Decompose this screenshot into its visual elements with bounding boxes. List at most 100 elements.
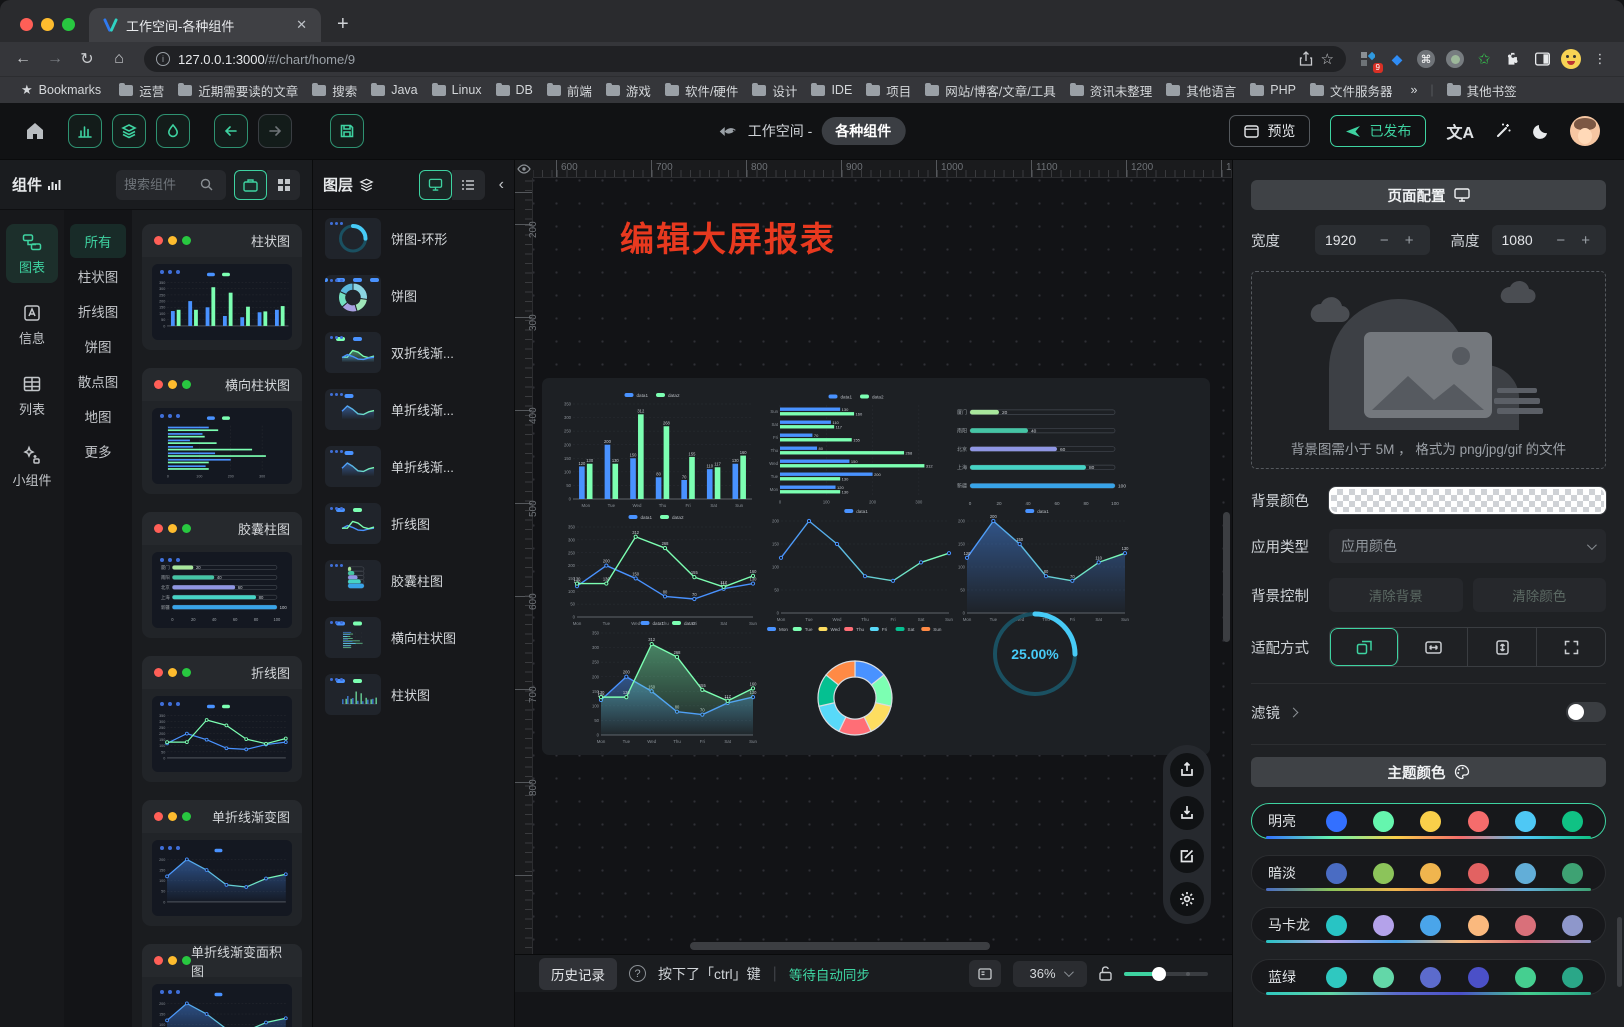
vertical-scrollbar[interactable] — [1223, 512, 1230, 642]
sidebar-item-info[interactable]: 信息 — [6, 295, 58, 354]
canvas-chart-bar[interactable]: data1data2050100150200250300350MonTueWed… — [556, 388, 756, 510]
theme-color-dot[interactable] — [1515, 811, 1536, 832]
theme-color-dot[interactable] — [1420, 863, 1441, 884]
ruler-corner[interactable] — [515, 160, 533, 178]
import-button[interactable] — [1170, 796, 1204, 830]
bookmark-item[interactable]: 网站/博客/文章/工具 — [918, 79, 1062, 102]
height-input[interactable]: 1080− + — [1492, 225, 1607, 255]
bookmark-item[interactable]: IDE — [804, 81, 859, 99]
thumbnail-view-button[interactable] — [419, 170, 452, 200]
theme-color-dot[interactable] — [1420, 811, 1441, 832]
layer-item[interactable]: 胶囊柱图 — [325, 560, 514, 601]
theme-row[interactable]: 明亮 — [1251, 803, 1606, 839]
fit-width-button[interactable] — [1399, 628, 1468, 666]
bookmark-item[interactable]: 设计 — [745, 79, 804, 102]
width-input[interactable]: 1920− + — [1315, 225, 1430, 255]
back-icon[interactable]: ← — [10, 50, 36, 68]
component-card[interactable]: 单折线渐变面积图050100150200 — [142, 944, 302, 1027]
component-card[interactable]: 胶囊柱图厦门20南阳40北京60上海80新疆100020406080100 — [142, 512, 302, 638]
layer-item[interactable]: 单折线渐... — [325, 446, 514, 487]
bookmark-item[interactable]: 项目 — [859, 79, 918, 102]
extension-star-icon[interactable]: ✩ — [1474, 49, 1494, 69]
theme-color-dot[interactable] — [1515, 967, 1536, 988]
component-search[interactable] — [116, 170, 226, 200]
canvas-chart-hbar[interactable]: data1data20100200300Sun130160Sat110117Fr… — [762, 390, 958, 506]
theme-color-dot[interactable] — [1326, 811, 1347, 832]
bookmark-item[interactable]: 资讯未整理 — [1063, 79, 1160, 102]
new-tab-button[interactable]: + — [321, 13, 365, 42]
theme-color-dot[interactable] — [1515, 863, 1536, 884]
theme-color-dot[interactable] — [1373, 915, 1394, 936]
bookmark-item[interactable]: 搜索 — [305, 79, 364, 102]
save-button[interactable] — [330, 114, 364, 148]
theme-color-dot[interactable] — [1468, 915, 1489, 936]
chart-board[interactable]: data1data2050100150200250300350MonTueWed… — [542, 378, 1210, 755]
chart-mode-button[interactable] — [68, 114, 102, 148]
background-upload-area[interactable]: 背景图需小于 5M ， 格式为 png/jpg/gif 的文件 — [1251, 271, 1606, 469]
theme-color-dot[interactable] — [1326, 863, 1347, 884]
canvas-chart-ring[interactable]: 25.00% — [987, 606, 1083, 702]
canvas-chart-line[interactable]: data1data2050100150200250300350MonTueWed… — [560, 510, 760, 628]
category-item[interactable]: 更多 — [70, 434, 126, 468]
lock-open-icon[interactable] — [1099, 966, 1112, 981]
theme-color-dot[interactable] — [1562, 915, 1583, 936]
stepper-buttons[interactable]: − + — [1556, 232, 1596, 249]
zoom-slider[interactable] — [1124, 972, 1208, 976]
category-item[interactable]: 折线图 — [70, 294, 126, 328]
grid-view-button[interactable] — [267, 170, 300, 200]
theme-color-dot[interactable] — [1326, 915, 1347, 936]
window-controls[interactable] — [0, 18, 89, 42]
collapse-panel-icon[interactable]: ‹ — [499, 176, 504, 194]
extension-diamond-icon[interactable]: ◆ — [1387, 49, 1407, 69]
bookmarks-root[interactable]: ★Bookmarks — [14, 80, 108, 100]
share-icon[interactable] — [1299, 51, 1313, 67]
theme-color-dot[interactable] — [1373, 863, 1394, 884]
theme-color-dot[interactable] — [1420, 915, 1441, 936]
clear-background-button[interactable]: 清除背景 — [1329, 578, 1463, 612]
bookmark-item[interactable]: 前端 — [540, 79, 599, 102]
user-avatar[interactable] — [1570, 116, 1600, 146]
redo-button[interactable] — [258, 114, 292, 148]
bookmark-star-icon[interactable]: ☆ — [1321, 50, 1334, 68]
clear-color-button[interactable]: 清除颜色 — [1473, 578, 1607, 612]
maximize-window-button[interactable] — [62, 18, 75, 31]
sidebar-item-list[interactable]: 列表 — [6, 366, 58, 425]
bookmark-item[interactable]: 近期需要读的文章 — [171, 79, 305, 102]
sidebar-item-charts[interactable]: 图表 — [6, 224, 58, 283]
browser-tab[interactable]: 工作空间-各种组件 ✕ — [89, 8, 321, 42]
layer-item[interactable]: 柱状图 — [325, 674, 514, 715]
bookmark-item[interactable]: 游戏 — [599, 79, 658, 102]
settings-scrollbar[interactable] — [1617, 917, 1622, 987]
page-config-header[interactable]: 页面配置 — [1251, 180, 1606, 210]
forward-icon[interactable]: → — [42, 50, 68, 68]
canvas-title-text[interactable]: 编辑大屏报表 — [620, 212, 836, 261]
canvas-chart-pie[interactable]: MonTueWedThuFriSatSun — [682, 620, 1032, 752]
extension-command-icon[interactable]: ⌘ — [1416, 49, 1436, 69]
theme-color-dot[interactable] — [1468, 863, 1489, 884]
theme-color-dot[interactable] — [1373, 967, 1394, 988]
zoom-select[interactable]: 36% — [1013, 961, 1087, 987]
category-item[interactable]: 地图 — [70, 399, 126, 433]
theme-color-dot[interactable] — [1515, 915, 1536, 936]
category-item[interactable]: 散点图 — [70, 364, 126, 398]
theme-row[interactable]: 蓝绿 — [1251, 959, 1606, 995]
app-type-select[interactable]: 应用颜色 — [1329, 529, 1606, 563]
translate-icon[interactable]: 文A — [1446, 119, 1474, 143]
tab-close-icon[interactable]: ✕ — [292, 17, 311, 33]
edit-button[interactable] — [1170, 839, 1204, 873]
bookmark-item[interactable]: PHP — [1243, 81, 1303, 99]
preview-button[interactable]: 预览 — [1229, 115, 1310, 147]
export-button[interactable] — [1170, 753, 1204, 787]
history-button[interactable]: 历史记录 — [539, 958, 617, 990]
category-item[interactable]: 柱状图 — [70, 259, 126, 293]
theme-color-dot[interactable] — [1468, 811, 1489, 832]
dark-mode-moon-icon[interactable] — [1532, 122, 1550, 140]
bookmarks-overflow[interactable]: » — [1403, 81, 1424, 99]
bookmark-item[interactable]: DB — [489, 81, 540, 99]
bookmark-item[interactable]: 软件/硬件 — [658, 79, 745, 102]
theme-mode-button[interactable] — [156, 114, 190, 148]
theme-color-header[interactable]: 主题颜色 — [1251, 757, 1606, 787]
theme-color-dot[interactable] — [1468, 967, 1489, 988]
component-card[interactable]: 单折线渐变图050100150200 — [142, 800, 302, 926]
bookmark-item[interactable]: Java — [364, 81, 424, 99]
